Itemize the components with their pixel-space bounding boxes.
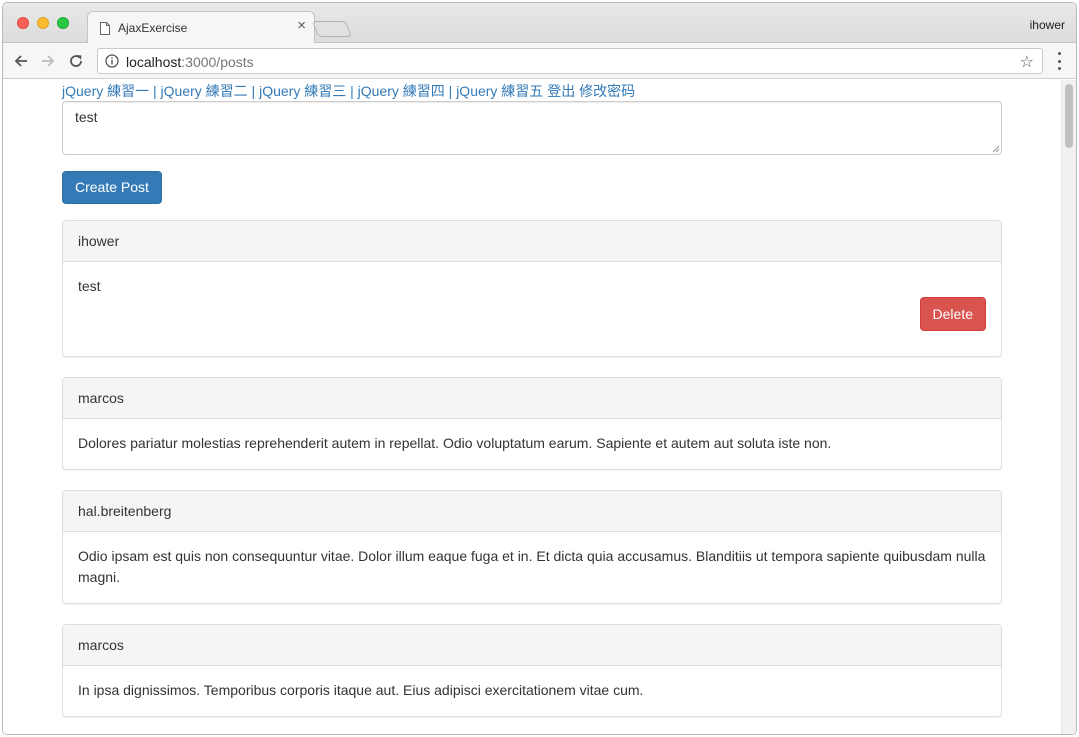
close-window-button[interactable] [17, 17, 29, 29]
reload-icon [70, 55, 82, 67]
document-icon [100, 22, 110, 35]
page-container: jQuery 練習一 | jQuery 練習二 | jQuery 練習三 | j… [62, 80, 1002, 734]
page-scrollbar[interactable] [1061, 80, 1076, 734]
browser-window: AjaxExercise × ihower localhost:3000/pos… [2, 2, 1077, 735]
post-form: test [62, 101, 1002, 155]
page-viewport: jQuery 練習一 | jQuery 練習二 | jQuery 練習三 | j… [3, 80, 1076, 734]
reload-button[interactable] [64, 49, 88, 73]
post-body: Dolores pariatur molestias reprehenderit… [78, 435, 832, 451]
post-author: marcos [63, 625, 1001, 666]
browser-tab[interactable]: AjaxExercise × [87, 11, 315, 44]
nav-link-jquery-1[interactable]: jQuery 練習一 [62, 83, 149, 99]
nav-link-jquery-4[interactable]: jQuery 練習四 [358, 83, 445, 99]
close-tab-icon[interactable]: × [297, 18, 306, 34]
url-host: localhost [126, 54, 182, 70]
scrollbar-thumb[interactable] [1065, 84, 1073, 148]
resize-handle-icon[interactable] [992, 145, 1000, 153]
post-body: test [78, 278, 101, 294]
url-path: :3000/posts [181, 54, 254, 70]
bookmark-star-icon[interactable]: ☆ [1020, 52, 1034, 72]
url-text: localhost:3000/posts [126, 54, 254, 70]
minimize-window-button[interactable] [37, 17, 49, 29]
forward-button[interactable] [36, 49, 60, 73]
post-content-textarea[interactable]: test [62, 101, 1002, 155]
post-panel: marcos In ipsa dignissimos. Temporibus c… [62, 624, 1002, 717]
info-icon[interactable] [105, 54, 119, 68]
maximize-window-button[interactable] [57, 17, 69, 29]
nav-links: jQuery 練習一 | jQuery 練習二 | jQuery 練習三 | j… [62, 83, 636, 99]
nav-link-jquery-3[interactable]: jQuery 練習三 [259, 83, 346, 99]
tab-bar: AjaxExercise × ihower [3, 3, 1076, 44]
post-author: marcos [63, 378, 1001, 419]
delete-post-button[interactable]: Delete [919, 297, 986, 331]
browser-menu-icon[interactable] [1052, 52, 1066, 70]
profile-name[interactable]: ihower [1030, 18, 1065, 32]
arrow-left-icon [14, 55, 27, 67]
arrow-right-icon [42, 55, 55, 67]
new-tab-button[interactable] [312, 21, 352, 37]
change-password-link[interactable]: 修改密码 [579, 83, 635, 99]
post-body: Odio ipsam est quis non consequuntur vit… [78, 548, 986, 585]
nav-link-jquery-2[interactable]: jQuery 練習二 [161, 83, 248, 99]
logout-link[interactable]: 登出 [547, 83, 575, 99]
post-panel: ihower test Delete [62, 220, 1002, 357]
back-button[interactable] [9, 49, 33, 73]
nav-link-jquery-5[interactable]: jQuery 練習五 [456, 83, 543, 99]
post-body: In ipsa dignissimos. Temporibus corporis… [78, 682, 644, 698]
tab-title: AjaxExercise [118, 21, 188, 35]
post-author: hal.breitenberg [63, 491, 1001, 532]
address-bar[interactable]: localhost:3000/posts ☆ [97, 48, 1043, 74]
post-panel: marcos Dolores pariatur molestias repreh… [62, 377, 1002, 470]
browser-toolbar: localhost:3000/posts ☆ [3, 43, 1076, 79]
create-post-button[interactable]: Create Post [62, 171, 162, 204]
post-panel: hal.breitenberg Odio ipsam est quis non … [62, 490, 1002, 604]
post-author: ihower [63, 221, 1001, 262]
